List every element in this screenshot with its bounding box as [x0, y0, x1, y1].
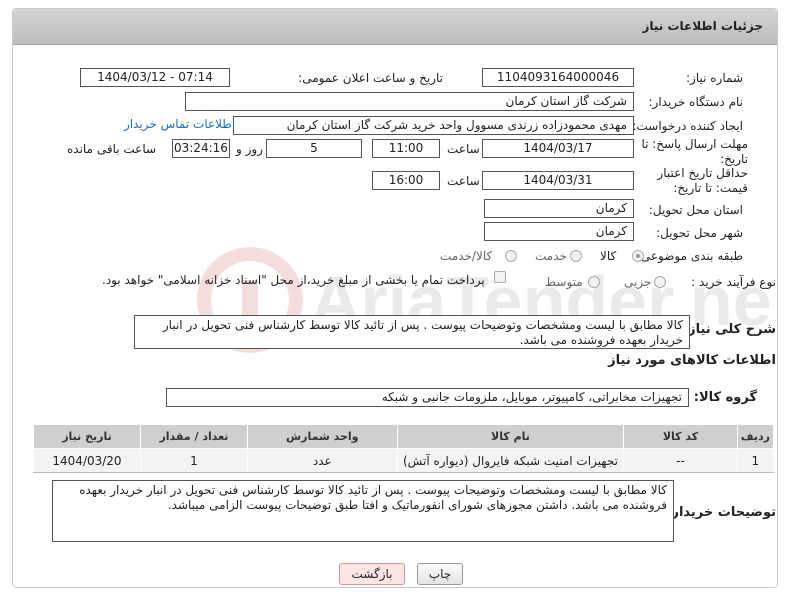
reply-deadline-label: مهلت ارسال پاسخ: تا تاریخ:	[641, 137, 748, 166]
col-unit: واحد شمارش	[246, 424, 398, 449]
need-number-field: 1104093164000046	[482, 68, 634, 87]
requester-label: ایجاد کننده درخواست:	[632, 119, 743, 133]
radio-medium-label: متوسط	[545, 275, 583, 289]
price-validity-label: حداقل تاریخ اعتبار قیمت: تا تاریخ:	[657, 166, 748, 195]
reply-deadline-time-label: ساعت	[447, 142, 480, 156]
delivery-province-label: استان محل تحویل:	[648, 203, 743, 217]
subject-category-label: طبقه بندی موضوعی:	[636, 249, 743, 263]
back-button[interactable]: بازگشت	[339, 563, 405, 585]
radio-goods-service[interactable]	[505, 250, 517, 262]
buyer-notes-textarea[interactable]: کالا مطابق با لیست ومشخصات وتوضیحات پیوس…	[52, 480, 674, 542]
cell-unit: عدد	[246, 448, 398, 473]
col-quantity: تعداد / مقدار	[139, 424, 248, 449]
radio-service-label: خدمت	[535, 249, 567, 263]
reply-days-label: روز و	[236, 142, 263, 156]
radio-minor[interactable]	[654, 276, 666, 288]
radio-goods-label: کالا	[600, 249, 617, 263]
purchase-type-label: نوع فرآیند خرید :	[691, 275, 776, 289]
treasury-payment-checkbox[interactable]	[494, 271, 506, 283]
need-number-label: شماره نیاز:	[686, 71, 743, 85]
col-code: کد کالا	[623, 424, 738, 449]
panel-header: جزئیات اطلاعات نیاز	[13, 9, 777, 45]
buyer-notes-label: توضیحات خریدار:	[666, 505, 776, 520]
goods-section-title: اطلاعات کالاهای مورد نیاز	[608, 353, 776, 368]
treasury-payment-note: پرداخت تمام یا بخشی از مبلغ خرید،از محل …	[102, 273, 485, 287]
radio-medium[interactable]	[588, 276, 600, 288]
announce-datetime-label: تاریخ و ساعت اعلان عمومی:	[298, 71, 443, 85]
price-validity-time: 16:00	[372, 171, 440, 190]
delivery-city-label: شهر محل تحویل:	[656, 226, 743, 240]
cell-name: تجهیزات امنیت شبکه فایروال (دیواره آتش)	[396, 448, 625, 473]
radio-service[interactable]	[570, 250, 582, 262]
reply-days-field: 5	[266, 139, 362, 158]
price-validity-date: 1404/03/31	[482, 171, 634, 190]
price-validity-time-label: ساعت	[447, 174, 480, 188]
reply-deadline-date: 1404/03/17	[482, 139, 634, 158]
reply-deadline-time: 11:00	[372, 139, 440, 158]
items-table: ردیف کد کالا نام کالا واحد شمارش تعداد /…	[33, 424, 775, 473]
description-label: شرح کلی نیاز:	[682, 322, 776, 337]
col-row: ردیف	[736, 424, 775, 449]
description-textarea[interactable]: کالا مطابق با لیست ومشخصات وتوضیحات پیوس…	[134, 315, 690, 349]
requester-field: مهدی محمودزاده زرندی مسوول واحد خرید شرک…	[233, 116, 634, 135]
goods-group-label: گروه کالا:	[693, 390, 757, 405]
radio-goods-service-label: کالا/خدمت	[440, 249, 493, 263]
announce-datetime-field: 1404/03/12 - 07:14	[80, 68, 230, 87]
delivery-province-field: کرمان	[484, 199, 634, 218]
delivery-city-field: کرمان	[484, 222, 634, 241]
buyer-contact-link[interactable]: اطلاعات تماس خریدار	[124, 117, 235, 131]
radio-goods[interactable]	[632, 250, 644, 262]
remaining-time-field: 03:24:16	[172, 139, 230, 158]
cell-quantity: 1	[139, 448, 248, 473]
cell-date: 1404/03/20	[33, 448, 141, 473]
cell-row: 1	[736, 448, 775, 473]
table-row[interactable]: 1 -- تجهیزات امنیت شبکه فایروال (دیواره …	[33, 448, 775, 473]
col-name: نام کالا	[396, 424, 625, 449]
remaining-time-label: ساعت باقی مانده	[67, 142, 157, 156]
page-title: جزئیات اطلاعات نیاز	[642, 19, 763, 33]
print-button[interactable]: چاپ	[417, 563, 463, 585]
cell-code: --	[623, 448, 738, 473]
goods-group-field: تجهیزات مخابراتی، کامپیوتر، موبایل، ملزو…	[166, 388, 689, 407]
col-date: تاریخ نیاز	[33, 424, 141, 449]
buyer-org-label: نام دستگاه خریدار:	[648, 95, 744, 109]
items-table-header: ردیف کد کالا نام کالا واحد شمارش تعداد /…	[33, 424, 775, 449]
buyer-org-field: شرکت گاز استان کرمان	[185, 92, 634, 111]
radio-minor-label: جزیی	[624, 275, 652, 289]
